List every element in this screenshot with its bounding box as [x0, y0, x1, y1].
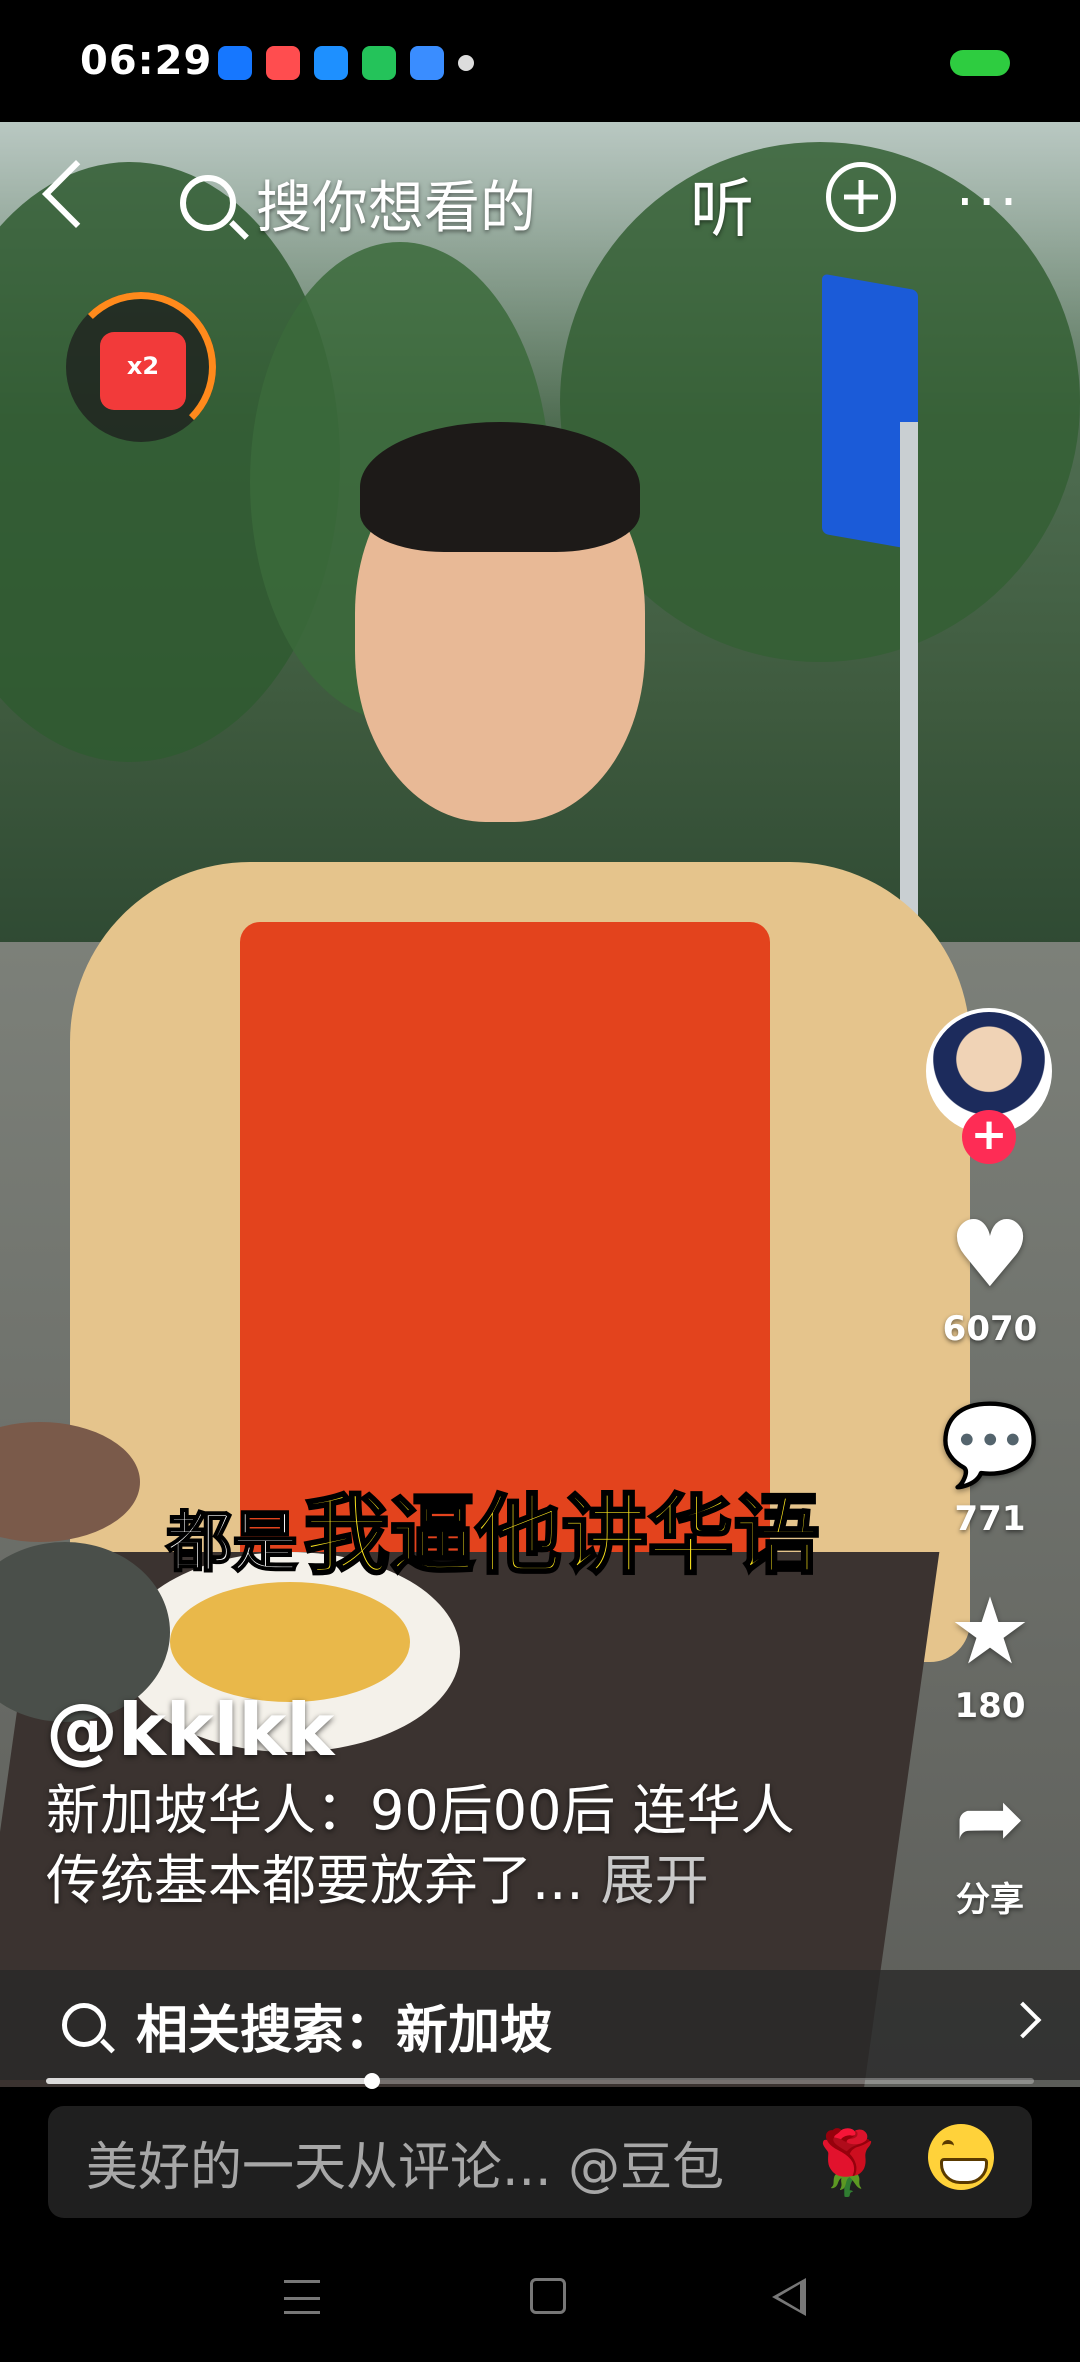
comment-button[interactable]: 💬 771 [930, 1395, 1050, 1539]
wallet-icon [362, 46, 396, 80]
red-packet-timer[interactable]: x2 [66, 292, 216, 442]
related-search-bar[interactable]: 相关搜索：新加坡 [0, 1970, 1080, 2080]
grin-emoji-icon[interactable] [928, 2124, 994, 2190]
red-packet-multiplier: x2 [126, 352, 160, 380]
like-button[interactable]: ♥ 6070 [930, 1201, 1050, 1350]
rice-food [170, 1582, 410, 1702]
status-app-icons [218, 46, 474, 80]
search-icon [180, 175, 236, 231]
favorite-count: 180 [954, 1686, 1026, 1726]
comment-input-bar[interactable]: 美好的一天从评论... @豆包 🌹 [48, 2106, 1032, 2218]
related-search-text: 相关搜索：新加坡 [136, 2000, 553, 2061]
progress-thumb[interactable] [364, 2073, 381, 2089]
browser-icon [314, 46, 348, 80]
subtitle-plain: 都是 [165, 1503, 299, 1582]
search-icon [62, 2003, 106, 2047]
home-icon[interactable] [530, 2278, 566, 2314]
subtitle-highlight: 我逼他讲华语 [302, 1485, 821, 1588]
like-count: 6070 [942, 1309, 1038, 1349]
favorite-button[interactable]: ★ 180 [930, 1578, 1050, 1727]
recent-apps-icon[interactable] [284, 2280, 320, 2314]
status-bar: 06:29 [0, 0, 1080, 122]
back-triangle-icon[interactable] [772, 2278, 806, 2316]
post-caption[interactable]: 新加坡华人：90后00后 连华人传统基本都要放弃了... 展开 [46, 1776, 846, 1916]
sign-pole [900, 422, 918, 942]
add-icon[interactable] [826, 162, 896, 232]
author-name[interactable]: @kklkk [46, 1688, 334, 1772]
chevron-right-icon [1004, 2001, 1042, 2039]
search-bar[interactable]: 搜你想看的 [180, 148, 570, 258]
weather-icon [410, 46, 444, 80]
playback-progress-bar[interactable] [46, 2073, 1034, 2089]
video-subtitle: 都是 我逼他讲华语 [165, 1465, 821, 1590]
rose-emoji-icon[interactable]: 🌹 [808, 2126, 885, 2200]
video-icon [266, 46, 300, 80]
listen-button[interactable]: 听 [690, 158, 754, 250]
heart-icon: ♥ [948, 1201, 1032, 1308]
star-icon: ★ [948, 1578, 1032, 1685]
status-time: 06:29 [80, 38, 213, 84]
battery-icon [950, 50, 1010, 76]
system-nav-bar [0, 2240, 1080, 2362]
red-packet-icon: x2 [100, 332, 186, 410]
comment-icon: 💬 [940, 1398, 1040, 1491]
notification-dot-icon [458, 55, 474, 71]
progress-fill [46, 2078, 373, 2084]
search-placeholder: 搜你想看的 [256, 175, 536, 241]
more-icon[interactable]: ··· [956, 170, 1021, 235]
share-label: 分享 [956, 1880, 1024, 1920]
comment-count: 771 [954, 1499, 1026, 1539]
alipay-icon [218, 46, 252, 80]
expand-button[interactable]: 展开 [601, 1849, 709, 1912]
comment-input[interactable]: 美好的一天从评论... @豆包 [86, 2125, 746, 2200]
share-button[interactable]: ➦ 分享 [930, 1768, 1050, 1921]
person-hair [360, 422, 640, 552]
share-arrow-icon: ➦ [954, 1769, 1026, 1867]
follow-button[interactable]: + [962, 1110, 1016, 1164]
